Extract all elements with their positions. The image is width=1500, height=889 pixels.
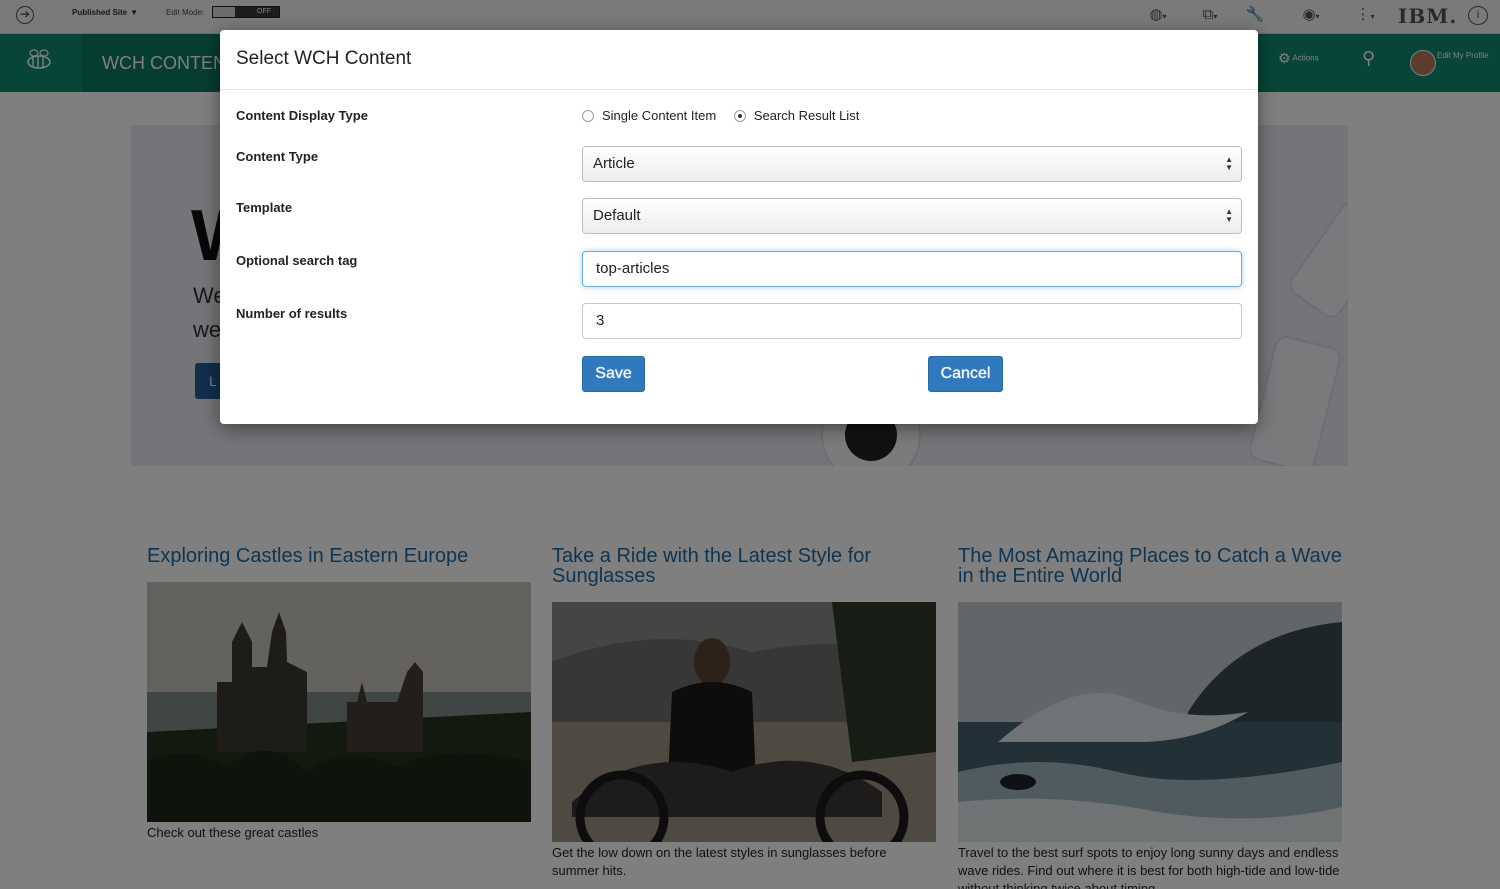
single-content-label[interactable]: Single Content Item bbox=[602, 108, 716, 123]
select-arrows-icon: ▲ ▼ bbox=[1225, 155, 1233, 172]
cancel-button[interactable]: Cancel bbox=[928, 356, 1003, 392]
search-tag-input[interactable]: top-articles bbox=[582, 251, 1242, 287]
content-type-value: Article bbox=[593, 155, 635, 172]
search-result-radio[interactable] bbox=[733, 110, 746, 122]
select-arrows-icon: ▲ ▼ bbox=[1225, 207, 1233, 224]
modal-title: Select WCH Content bbox=[236, 48, 412, 69]
content-type-select[interactable]: Article ▲ ▼ bbox=[582, 146, 1242, 182]
template-select[interactable]: Default ▲ ▼ bbox=[582, 198, 1242, 234]
single-content-radio[interactable] bbox=[582, 110, 594, 122]
num-results-label: Number of results bbox=[236, 306, 348, 321]
template-label: Template bbox=[236, 200, 293, 215]
search-tag-label: Optional search tag bbox=[236, 253, 358, 268]
num-results-input[interactable]: 3 bbox=[582, 303, 1242, 339]
save-button[interactable]: Save bbox=[582, 356, 645, 392]
search-result-label[interactable]: Search Result List bbox=[754, 108, 860, 123]
modal-header: Select WCH Content bbox=[220, 30, 1258, 90]
select-content-dialog: Select WCH Content Content Display Type … bbox=[220, 30, 1258, 424]
display-type-radio-group: Single Content Item Search Result List bbox=[582, 108, 873, 123]
content-type-label: Content Type bbox=[236, 149, 319, 164]
display-type-label: Content Display Type bbox=[236, 108, 368, 123]
template-value: Default bbox=[593, 207, 641, 224]
